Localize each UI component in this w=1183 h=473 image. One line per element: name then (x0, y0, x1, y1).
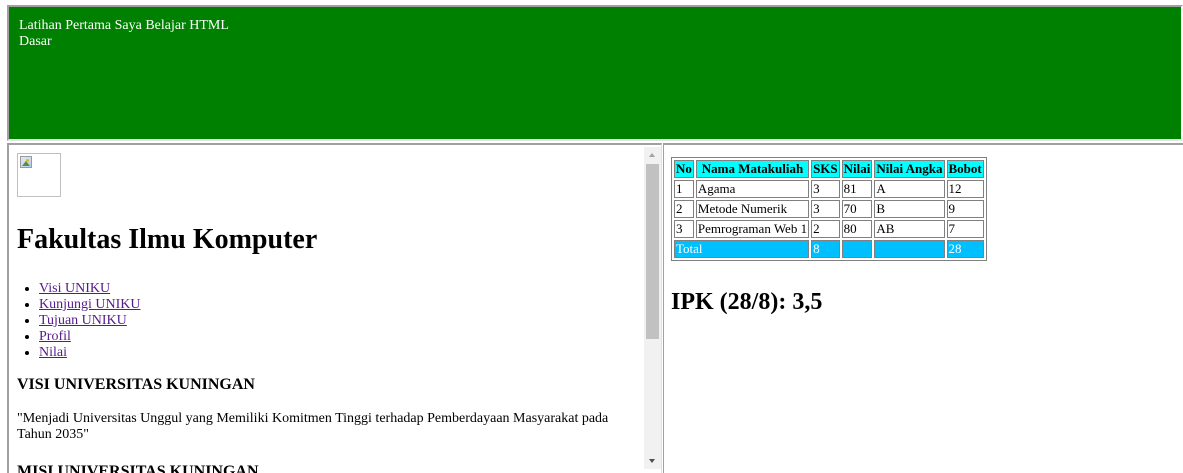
table-cell: 70 (841, 200, 873, 218)
total-nilai-angka (874, 240, 945, 258)
table-cell: 9 (946, 200, 984, 218)
col-header-bobot: Bobot (946, 160, 984, 178)
left-frame: Fakultas Ilmu Komputer Visi UNIKU Kunjun… (7, 143, 662, 473)
scroll-up-arrow-icon[interactable] (649, 153, 655, 157)
left-frame-scrollbar[interactable] (644, 147, 661, 469)
table-row: 2 Metode Numerik 3 70 B 9 (674, 200, 984, 218)
left-content: Fakultas Ilmu Komputer Visi UNIKU Kunjun… (17, 153, 637, 473)
link-tujuan-uniku[interactable]: Tujuan UNIKU (39, 313, 127, 328)
table-cell: Agama (695, 180, 810, 198)
table-cell: Pemrograman Web 1 (695, 220, 810, 238)
table-cell: 3 (811, 200, 840, 218)
broken-image-icon (17, 153, 61, 197)
menu-item: Profil (39, 329, 141, 345)
misi-heading: MISI UNIVERSITAS KUNINGAN (17, 463, 259, 473)
browser-viewport: Latihan Pertama Saya Belajar HTML Dasar … (0, 0, 1183, 473)
visi-heading: VISI UNIVERSITAS KUNINGAN (17, 376, 255, 393)
table-cell: AB (874, 220, 945, 238)
grades-table: No Nama Matakuliah SKS Nilai Nilai Angka… (671, 157, 987, 261)
table-total-row: Total 8 28 (674, 240, 984, 258)
table-header-row: No Nama Matakuliah SKS Nilai Nilai Angka… (674, 160, 984, 178)
image-placeholder-icon (20, 156, 32, 168)
table-row: 3 Pemrograman Web 1 2 80 AB 7 (674, 220, 984, 238)
table-cell: 80 (841, 220, 873, 238)
visi-text: "Menjadi Universitas Unggul yang Memilik… (17, 411, 609, 442)
total-nilai (841, 240, 873, 258)
ipk-heading: IPK (28/8): 3,5 (671, 289, 823, 315)
scroll-down-arrow-icon[interactable] (649, 459, 655, 463)
table-cell: 12 (946, 180, 984, 198)
nav-menu: Visi UNIKU Kunjungi UNIKU Tujuan UNIKU P… (17, 281, 141, 361)
menu-item: Kunjungi UNIKU (39, 297, 141, 313)
col-header-nilai-angka: Nilai Angka (874, 160, 945, 178)
col-header-no: No (674, 160, 694, 178)
link-visi-uniku[interactable]: Visi UNIKU (39, 281, 110, 296)
menu-item: Nilai (39, 345, 141, 361)
table-cell: 2 (674, 200, 694, 218)
link-profil[interactable]: Profil (39, 329, 71, 344)
scroll-thumb[interactable] (646, 164, 659, 339)
table-cell: 3 (674, 220, 694, 238)
col-header-nama-matakuliah: Nama Matakuliah (695, 160, 810, 178)
right-frame: No Nama Matakuliah SKS Nilai Nilai Angka… (663, 143, 1183, 473)
table-cell: B (874, 200, 945, 218)
table-cell: Metode Numerik (695, 200, 810, 218)
table-cell: 1 (674, 180, 694, 198)
menu-item: Tujuan UNIKU (39, 313, 141, 329)
menu-item: Visi UNIKU (39, 281, 141, 297)
table-cell: 7 (946, 220, 984, 238)
total-label: Total (674, 240, 810, 258)
link-nilai[interactable]: Nilai (39, 345, 67, 360)
col-header-nilai: Nilai (841, 160, 873, 178)
page-title: Latihan Pertama Saya Belajar HTML Dasar (19, 18, 229, 49)
col-header-sks: SKS (811, 160, 840, 178)
total-bobot: 28 (946, 240, 984, 258)
table-cell: A (874, 180, 945, 198)
table-cell: 2 (811, 220, 840, 238)
table-row: 1 Agama 3 81 A 12 (674, 180, 984, 198)
top-frame: Latihan Pertama Saya Belajar HTML Dasar (7, 5, 1183, 141)
table-cell: 81 (841, 180, 873, 198)
total-sks: 8 (811, 240, 840, 258)
faculty-heading: Fakultas Ilmu Komputer (17, 224, 318, 255)
table-cell: 3 (811, 180, 840, 198)
link-kunjungi-uniku[interactable]: Kunjungi UNIKU (39, 297, 141, 312)
